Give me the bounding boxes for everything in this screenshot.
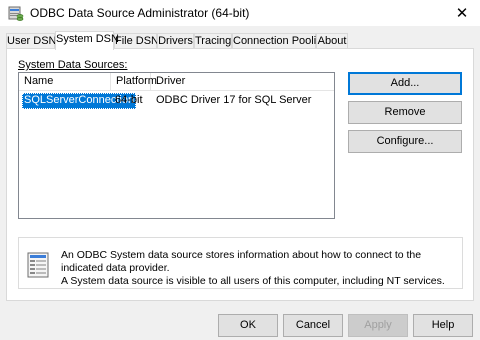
- cancel-button[interactable]: Cancel: [283, 314, 343, 337]
- column-header-driver[interactable]: Driver: [151, 73, 334, 91]
- tab-file-dsn[interactable]: File DSN: [114, 33, 159, 49]
- close-icon: ✕: [455, 5, 469, 22]
- row-platform-cell: 64-bit: [115, 94, 143, 106]
- window-title: ODBC Data Source Administrator (64-bit): [30, 6, 250, 20]
- tab-system-dsn[interactable]: System DSN: [55, 31, 119, 50]
- tab-drivers[interactable]: Drivers: [157, 33, 194, 49]
- add-button[interactable]: Add...: [348, 72, 462, 95]
- data-source-list[interactable]: Name Platform Driver SQLServerConnection…: [18, 72, 335, 219]
- row-driver-cell: ODBC Driver 17 for SQL Server: [156, 94, 312, 106]
- system-data-sources-label: System Data Sources:: [18, 59, 127, 71]
- remove-button[interactable]: Remove: [348, 101, 462, 124]
- info-description: An ODBC System data source stores inform…: [61, 249, 461, 288]
- ok-button[interactable]: OK: [218, 314, 278, 337]
- tab-tracing[interactable]: Tracing: [194, 33, 232, 49]
- tab-about[interactable]: About: [316, 33, 348, 49]
- info-line-2: A System data source is visible to all u…: [61, 275, 445, 287]
- help-button[interactable]: Help: [413, 314, 473, 337]
- info-line-1: An ODBC System data source stores inform…: [61, 249, 422, 274]
- column-header-name[interactable]: Name: [19, 73, 111, 91]
- tab-connection-pooling[interactable]: Connection Pooling: [232, 33, 328, 49]
- odbc-app-icon: [8, 5, 24, 21]
- title-bar: ODBC Data Source Administrator (64-bit) …: [0, 0, 480, 26]
- tab-user-dsn[interactable]: User DSN: [6, 33, 57, 49]
- apply-button[interactable]: Apply: [348, 314, 408, 337]
- section-label-text: System Data Sources:: [18, 59, 128, 71]
- table-row[interactable]: SQLServerConnection 64-bit ODBC Driver 1…: [19, 93, 334, 109]
- tab-strip: User DSN System DSN File DSN Drivers Tra…: [0, 31, 480, 50]
- datasource-info-icon: [27, 252, 49, 278]
- close-button[interactable]: ✕: [444, 0, 480, 26]
- column-header-platform[interactable]: Platform: [111, 73, 157, 91]
- info-groupbox: An ODBC System data source stores inform…: [18, 237, 463, 289]
- configure-button[interactable]: Configure...: [348, 130, 462, 153]
- list-header: Name Platform Driver: [19, 73, 334, 91]
